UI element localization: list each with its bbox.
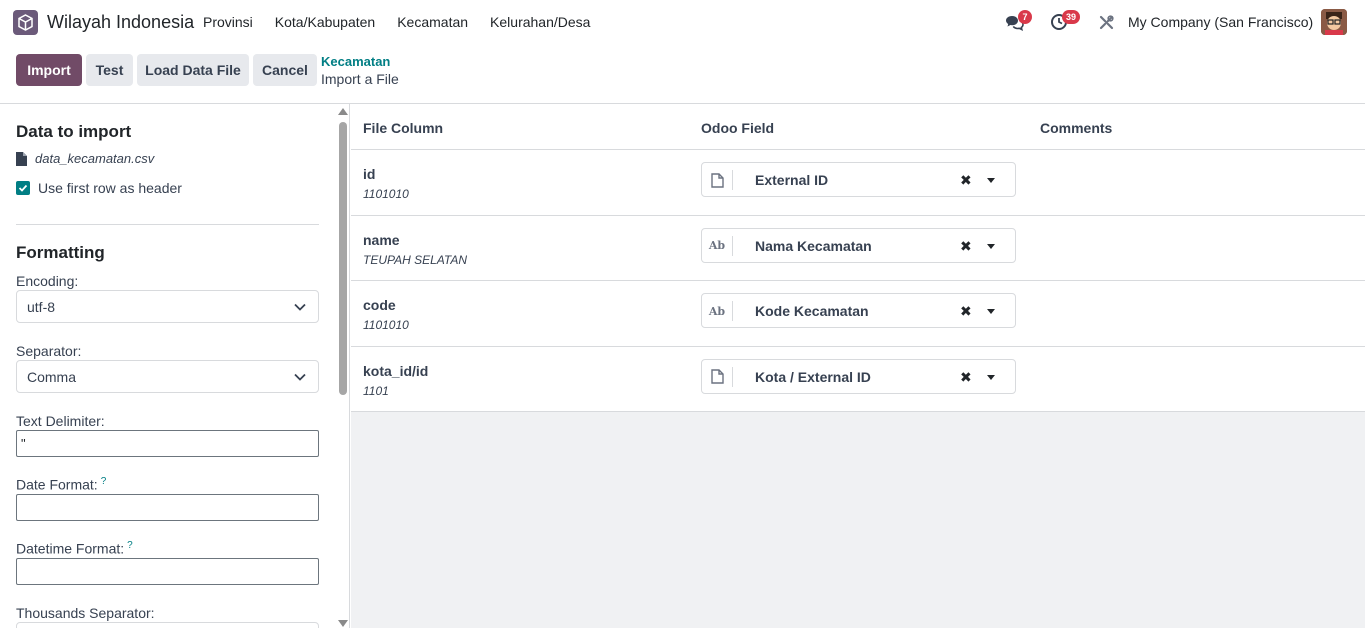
text-ab-icon: Ab: [702, 235, 733, 256]
date-format-label: Date Format:?: [16, 476, 107, 493]
import-options-sidebar: Data to import data_kecamatan.csv Use fi…: [0, 104, 350, 628]
menu-item-kecamatan[interactable]: Kecamatan: [397, 14, 468, 30]
header-odoo-field: Odoo Field: [701, 120, 775, 136]
file-icon: [16, 151, 27, 166]
datetime-format-label: Datetime Format:?: [16, 540, 133, 557]
use-header-checkbox[interactable]: [16, 181, 30, 195]
caret-down-icon[interactable]: [987, 374, 995, 380]
menu-item-kota-kabupaten[interactable]: Kota/Kabupaten: [275, 14, 375, 30]
user-avatar[interactable]: [1321, 9, 1347, 35]
company-switcher[interactable]: My Company (San Francisco): [1128, 14, 1313, 30]
file-column-name: name: [363, 231, 400, 248]
load-data-file-button[interactable]: Load Data File: [137, 54, 249, 86]
file-column-sample: 1101010: [363, 318, 409, 332]
table-row: name TEUPAH SELATAN Ab Nama Kecamatan ✖: [351, 216, 1365, 281]
encoding-value: utf-8: [27, 298, 56, 315]
scrollbar-thumb[interactable]: [339, 122, 347, 395]
odoo-field-value: External ID: [755, 172, 829, 188]
help-icon[interactable]: ?: [127, 540, 133, 551]
tools-icon[interactable]: [1096, 12, 1116, 32]
file-row: data_kecamatan.csv: [16, 151, 154, 166]
app-name[interactable]: Wilayah Indonesia: [47, 12, 194, 33]
file-column-name: id: [363, 166, 376, 182]
clear-icon[interactable]: ✖: [960, 369, 972, 386]
file-column-sample: TEUPAH SELATAN: [363, 252, 468, 267]
clear-icon[interactable]: ✖: [960, 172, 972, 189]
encoding-select[interactable]: utf-8: [16, 290, 319, 323]
separator-label: Separator:: [16, 343, 82, 359]
cancel-button[interactable]: Cancel: [253, 54, 317, 86]
scroll-down-arrow-icon[interactable]: [338, 620, 348, 627]
help-icon[interactable]: ?: [101, 476, 107, 487]
data-to-import-title: Data to import: [16, 122, 132, 141]
menu-item-kelurahan-desa[interactable]: Kelurahan/Desa: [490, 14, 590, 30]
odoo-field-select[interactable]: External ID ✖: [701, 162, 1016, 197]
datetime-format-input[interactable]: [16, 558, 319, 585]
menu-item-provinsi[interactable]: Provinsi: [203, 14, 253, 30]
table-row: id 1101010 External ID ✖: [351, 150, 1365, 216]
caret-down-icon[interactable]: [987, 243, 995, 249]
use-header-label[interactable]: Use first row as header: [38, 180, 182, 196]
text-ab-icon: Ab: [702, 301, 733, 321]
caret-down-icon[interactable]: [987, 178, 995, 183]
odoo-field-select[interactable]: Ab Nama Kecamatan ✖: [701, 227, 1016, 263]
file-name: data_kecamatan.csv: [35, 151, 155, 166]
thousands-separator-input[interactable]: [16, 622, 319, 628]
top-navbar: Wilayah Indonesia Provinsi Kota/Kabupate…: [0, 0, 1365, 45]
table-row: code 1101010 Ab Kode Kecamatan ✖: [351, 281, 1365, 347]
text-delimiter-input[interactable]: ": [16, 430, 319, 457]
table-header: File Column Odoo Field Comments: [351, 104, 1365, 150]
odoo-field-select[interactable]: Kota / External ID ✖: [701, 358, 1016, 394]
caret-down-icon[interactable]: [987, 309, 995, 314]
main-menu: Provinsi Kota/Kabupaten Kecamatan Kelura…: [203, 14, 612, 30]
date-format-input[interactable]: [16, 494, 319, 521]
separator-value: Comma: [27, 368, 77, 385]
chevron-down-icon: [294, 303, 306, 311]
encoding-label: Encoding:: [16, 273, 79, 289]
file-icon: [702, 366, 733, 387]
mapping-area: File Column Odoo Field Comments id 11010…: [351, 104, 1365, 628]
chevron-down-icon: [294, 373, 306, 381]
odoo-field-value: Kode Kecamatan: [755, 303, 869, 319]
clear-icon[interactable]: ✖: [960, 238, 972, 255]
header-file-column: File Column: [363, 120, 444, 136]
breadcrumb-parent[interactable]: Kecamatan: [321, 54, 390, 69]
file-column-sample: 1101010: [363, 187, 409, 201]
clear-icon[interactable]: ✖: [960, 303, 972, 320]
text-delimiter-value: ": [21, 436, 26, 451]
file-column-sample: 1101: [363, 383, 389, 398]
separator-select[interactable]: Comma: [16, 360, 319, 393]
mapping-table: File Column Odoo Field Comments id 11010…: [351, 104, 1365, 412]
sidebar-divider: [16, 224, 319, 225]
checkmark-icon: [18, 184, 28, 192]
text-delimiter-label: Text Delimiter:: [16, 413, 105, 429]
odoo-field-value: Kota / External ID: [755, 368, 871, 385]
thousands-separator-label: Thousands Separator:: [16, 605, 155, 621]
odoo-field-value: Nama Kecamatan: [755, 237, 872, 254]
file-column-name: kota_id/id: [363, 362, 429, 379]
use-header-checkbox-row[interactable]: Use first row as header: [16, 180, 182, 196]
table-row: kota_id/id 1101 Kota / External ID ✖: [351, 347, 1365, 412]
breadcrumb-current: Import a File: [321, 71, 399, 87]
file-column-name: code: [363, 297, 396, 313]
header-comments: Comments: [1040, 120, 1113, 136]
odoo-field-select[interactable]: Ab Kode Kecamatan ✖: [701, 293, 1016, 328]
scroll-up-arrow-icon[interactable]: [338, 108, 348, 115]
messages-badge: 7: [1018, 10, 1032, 24]
formatting-title: Formatting: [16, 243, 105, 262]
file-icon: [702, 170, 733, 190]
import-button[interactable]: Import: [16, 54, 82, 86]
activities-badge: 39: [1062, 10, 1081, 24]
test-button[interactable]: Test: [86, 54, 133, 86]
app-cube-icon[interactable]: [13, 10, 38, 35]
